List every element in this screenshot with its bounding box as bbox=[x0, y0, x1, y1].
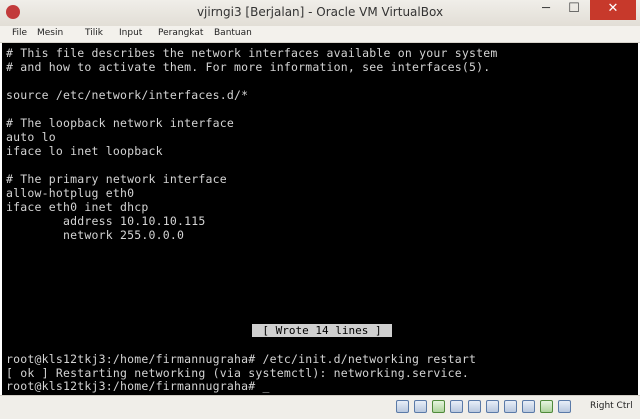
optical-drive-icon[interactable] bbox=[414, 400, 427, 413]
shell-line: [ ok ] Restarting networking (via system… bbox=[6, 366, 470, 380]
terminal-line: source /etc/network/interfaces.d/* bbox=[6, 88, 249, 102]
menu-bar: File Mesin Tilik Input Perangkat Bantuan bbox=[0, 26, 640, 43]
audio-icon[interactable] bbox=[432, 400, 445, 413]
menu-file[interactable]: File bbox=[12, 28, 27, 38]
menu-perangkat[interactable]: Perangkat bbox=[158, 28, 203, 38]
host-key-label: Right Ctrl bbox=[590, 401, 633, 411]
menu-input[interactable]: Input bbox=[119, 28, 142, 38]
terminal-line: # and how to activate them. For more inf… bbox=[6, 60, 491, 74]
menu-tilik[interactable]: Tilik bbox=[85, 28, 103, 38]
window-titlebar: vjirngi3 [Berjalan] - Oracle VM VirtualB… bbox=[0, 0, 640, 27]
shared-folder-icon[interactable] bbox=[486, 400, 499, 413]
terminal-line: # This file describes the network interf… bbox=[6, 46, 498, 60]
vm-console[interactable]: # This file describes the network interf… bbox=[2, 43, 638, 395]
shell-line: root@kls12tkj3:/home/firmannugraha# /etc… bbox=[6, 352, 477, 366]
shell-prompt: root@kls12tkj3:/home/firmannugraha# _ bbox=[6, 379, 270, 393]
hard-disk-icon[interactable] bbox=[396, 400, 409, 413]
terminal-line: iface eth0 inet dhcp bbox=[6, 200, 149, 214]
vm-status-bar: Right Ctrl bbox=[0, 395, 640, 419]
minimize-button[interactable]: ─ bbox=[532, 0, 560, 20]
close-button[interactable]: ✕ bbox=[590, 0, 636, 20]
video-capture-icon[interactable] bbox=[522, 400, 535, 413]
terminal-line: allow-hotplug eth0 bbox=[6, 186, 135, 200]
terminal-line: # The primary network interface bbox=[6, 172, 227, 186]
menu-bantuan[interactable]: Bantuan bbox=[214, 28, 252, 38]
display-icon[interactable] bbox=[504, 400, 517, 413]
terminal-line: network 255.0.0.0 bbox=[6, 228, 185, 242]
network-icon[interactable] bbox=[450, 400, 463, 413]
usb-icon[interactable] bbox=[468, 400, 481, 413]
nano-status-message: [ Wrote 14 lines ] bbox=[252, 324, 392, 337]
maximize-button[interactable]: ☐ bbox=[560, 0, 588, 20]
terminal-line: # The loopback network interface bbox=[6, 116, 234, 130]
mouse-integration-icon[interactable] bbox=[540, 400, 553, 413]
menu-mesin[interactable]: Mesin bbox=[37, 28, 63, 38]
terminal-line: address 10.10.10.115 bbox=[6, 214, 206, 228]
keyboard-icon[interactable] bbox=[558, 400, 571, 413]
terminal-line: auto lo bbox=[6, 130, 56, 144]
terminal-line: iface lo inet loopback bbox=[6, 144, 163, 158]
